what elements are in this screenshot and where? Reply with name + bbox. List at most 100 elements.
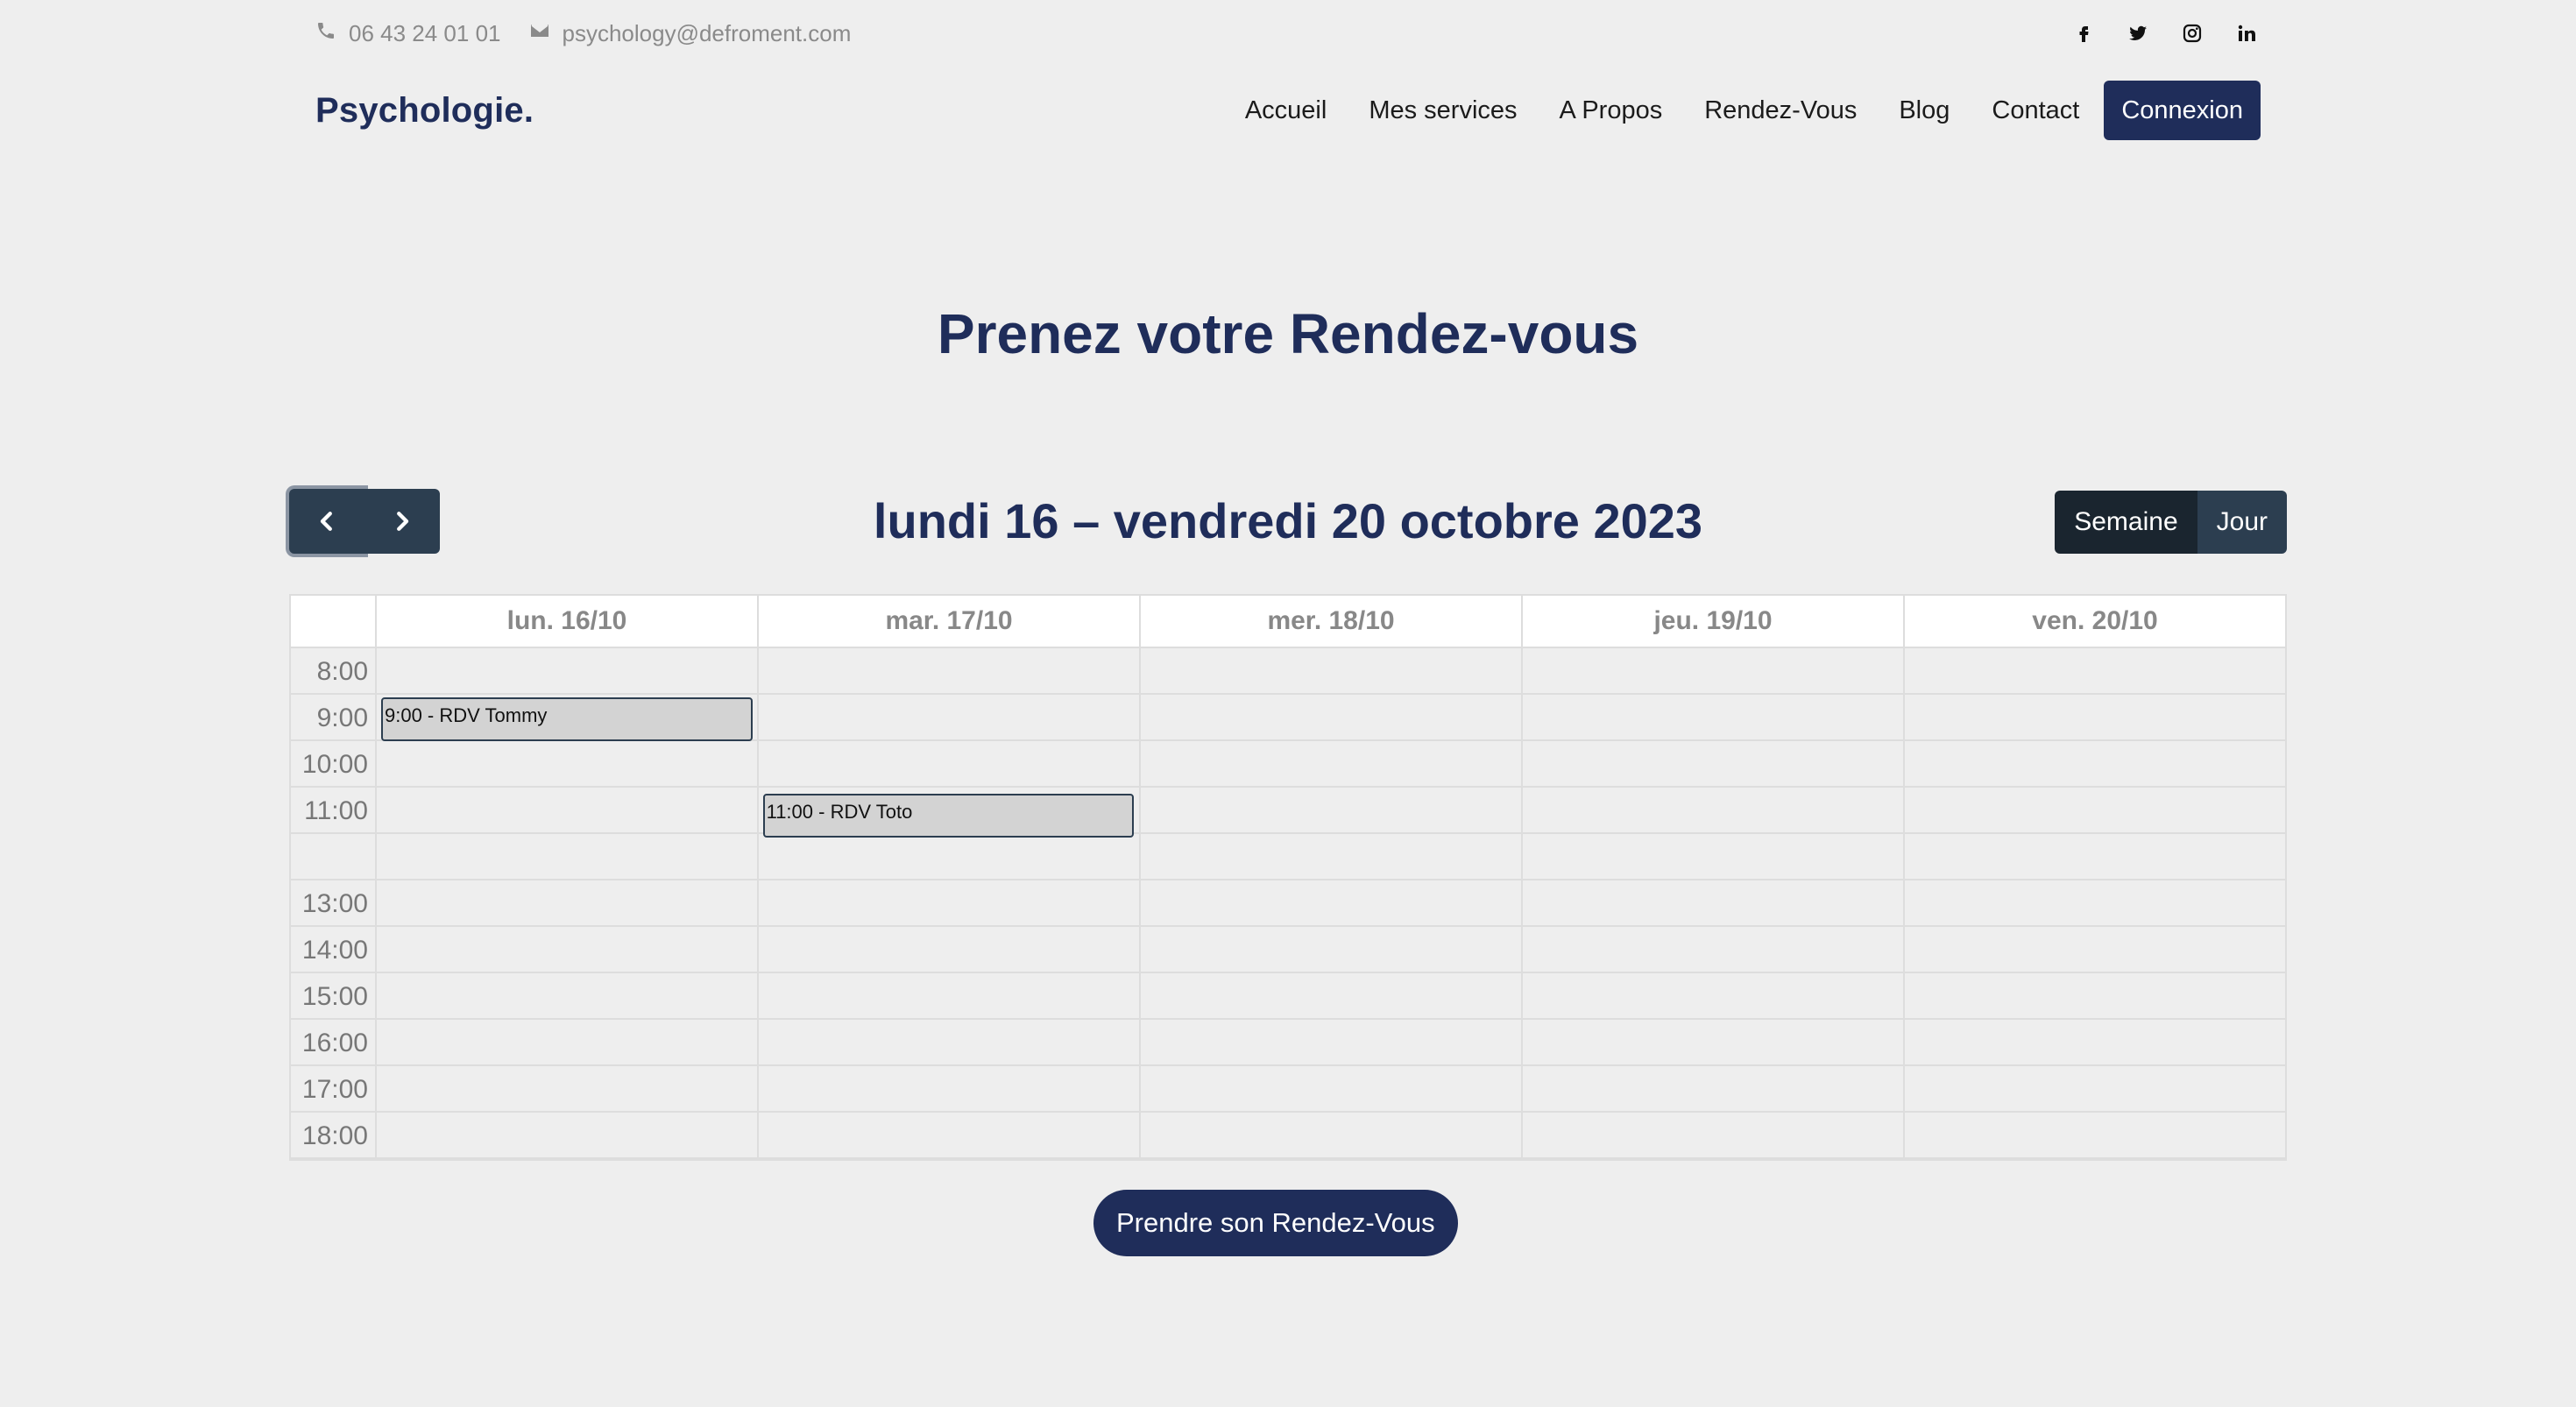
time-slot-cell[interactable] xyxy=(377,648,759,693)
time-slot-cell[interactable] xyxy=(759,880,1141,925)
time-slot-cell[interactable] xyxy=(1523,880,1905,925)
time-slot-cell[interactable] xyxy=(377,880,759,925)
time-slot-cell[interactable] xyxy=(1905,1066,2285,1111)
time-slot-row: 14:00 xyxy=(291,927,2285,973)
time-slot-cell[interactable] xyxy=(1905,741,2285,786)
time-slot-cell[interactable] xyxy=(759,973,1141,1018)
linkedin-icon[interactable] xyxy=(2234,21,2259,46)
book-appointment-button[interactable]: Prendre son Rendez-Vous xyxy=(1093,1190,1458,1256)
email-address[interactable]: psychology@defroment.com xyxy=(563,20,852,47)
time-slot-cell[interactable] xyxy=(759,741,1141,786)
time-slot-cell[interactable] xyxy=(1141,834,1523,879)
calendar-header: lun. 16/10 mar. 17/10 mer. 18/10 jeu. 19… xyxy=(291,596,2285,648)
time-slot-cell[interactable] xyxy=(1905,880,2285,925)
phone-item: 06 43 24 01 01 xyxy=(315,20,501,47)
time-slot-cell[interactable] xyxy=(759,834,1141,879)
view-day-button[interactable]: Jour xyxy=(2197,491,2287,554)
time-slot-cell[interactable] xyxy=(1523,1020,1905,1064)
next-week-button[interactable] xyxy=(364,489,440,554)
calendar-view-switcher: Semaine Jour xyxy=(2055,491,2287,554)
calendar-nav-buttons xyxy=(289,489,440,554)
time-slot-cell[interactable] xyxy=(377,741,759,786)
time-slot-cell[interactable] xyxy=(377,927,759,972)
top-contact-bar: 06 43 24 01 01 psychology@defroment.com xyxy=(315,0,2261,67)
day-header: mar. 17/10 xyxy=(759,596,1141,647)
time-slot-cell[interactable] xyxy=(1905,1020,2285,1064)
time-slot-cell[interactable] xyxy=(1141,973,1523,1018)
time-slot-cell[interactable] xyxy=(1523,1113,1905,1157)
time-slot-row xyxy=(291,834,2285,880)
time-slot-row: 17:00 xyxy=(291,1066,2285,1113)
twitter-icon[interactable] xyxy=(2126,21,2150,46)
time-slot-cell[interactable] xyxy=(377,973,759,1018)
calendar-event[interactable]: 9:00 - RDV Tommy xyxy=(381,697,753,741)
envelope-icon xyxy=(529,20,550,47)
time-slot-cell[interactable] xyxy=(1905,695,2285,739)
time-label: 14:00 xyxy=(291,927,377,972)
time-slot-cell[interactable] xyxy=(377,1066,759,1111)
time-slot-cell[interactable] xyxy=(759,927,1141,972)
nav-link-a-propos[interactable]: A Propos xyxy=(1539,81,1684,140)
time-slot-cell[interactable] xyxy=(1141,880,1523,925)
calendar-toolbar: lundi 16 – vendredi 20 octobre 2023 Sema… xyxy=(289,487,2287,555)
instagram-icon[interactable] xyxy=(2180,21,2204,46)
time-slot-cell[interactable] xyxy=(1523,788,1905,832)
main-navbar: Psychologie. Accueil Mes services A Prop… xyxy=(315,75,2261,145)
view-week-button[interactable]: Semaine xyxy=(2055,491,2197,554)
brand-logo[interactable]: Psychologie. xyxy=(315,91,534,131)
time-axis-header xyxy=(291,596,377,647)
time-slot-cell[interactable] xyxy=(1523,973,1905,1018)
time-slot-cell[interactable] xyxy=(1141,1020,1523,1064)
time-slot-cell[interactable] xyxy=(1141,1113,1523,1157)
time-slot-cell[interactable] xyxy=(1905,788,2285,832)
time-slot-cell[interactable] xyxy=(377,1020,759,1064)
time-slot-row: 13:00 xyxy=(291,880,2285,927)
time-slot-cell[interactable] xyxy=(1141,927,1523,972)
time-slot-cell[interactable] xyxy=(377,1113,759,1157)
time-slot-cell[interactable] xyxy=(759,695,1141,739)
time-slot-cell[interactable] xyxy=(1523,648,1905,693)
nav-link-mes-services[interactable]: Mes services xyxy=(1348,81,1538,140)
facebook-icon[interactable] xyxy=(2071,21,2096,46)
time-label: 13:00 xyxy=(291,880,377,925)
nav-link-rendez-vous[interactable]: Rendez-Vous xyxy=(1683,81,1878,140)
calendar-event[interactable]: 11:00 - RDV Toto xyxy=(762,794,1135,838)
time-slot-cell[interactable] xyxy=(759,1113,1141,1157)
time-label: 11:00 xyxy=(291,788,377,832)
time-slot-cell[interactable] xyxy=(1523,834,1905,879)
day-header: jeu. 19/10 xyxy=(1523,596,1905,647)
time-slot-cell[interactable] xyxy=(1523,1066,1905,1111)
time-slot-cell[interactable] xyxy=(1141,1066,1523,1111)
login-button[interactable]: Connexion xyxy=(2104,81,2261,140)
time-slot-cell[interactable] xyxy=(1905,973,2285,1018)
day-header: ven. 20/10 xyxy=(2032,606,2158,635)
time-slot-cell[interactable] xyxy=(759,648,1141,693)
time-slot-cell[interactable] xyxy=(1905,1113,2285,1157)
time-slot-cell[interactable] xyxy=(1141,648,1523,693)
time-slot-row: 15:00 xyxy=(291,973,2285,1020)
time-slot-cell[interactable] xyxy=(1523,695,1905,739)
social-links xyxy=(2071,21,2259,46)
time-slot-cell[interactable] xyxy=(1141,741,1523,786)
nav-link-accueil[interactable]: Accueil xyxy=(1224,81,1348,140)
time-slot-cell[interactable] xyxy=(1905,648,2285,693)
time-slot-cell[interactable] xyxy=(759,1066,1141,1111)
time-slot-cell[interactable] xyxy=(1905,927,2285,972)
time-slot-cell[interactable] xyxy=(1523,927,1905,972)
time-slot-cell[interactable] xyxy=(377,788,759,832)
time-label: 18:00 xyxy=(291,1113,377,1157)
time-slot-row: 18:00 xyxy=(291,1113,2285,1159)
time-slot-cell[interactable] xyxy=(759,1020,1141,1064)
time-slot-row: 10:00 xyxy=(291,741,2285,788)
time-label: 9:00 xyxy=(291,695,377,739)
time-slot-cell[interactable] xyxy=(377,834,759,879)
nav-link-contact[interactable]: Contact xyxy=(1971,81,2100,140)
nav-link-blog[interactable]: Blog xyxy=(1878,81,1971,140)
time-slot-cell[interactable] xyxy=(1523,741,1905,786)
prev-week-button[interactable] xyxy=(289,489,364,554)
time-slot-cell[interactable] xyxy=(1905,834,2285,879)
time-slot-cell[interactable] xyxy=(1141,695,1523,739)
phone-number[interactable]: 06 43 24 01 01 xyxy=(349,20,501,47)
week-calendar: lun. 16/10 mar. 17/10 mer. 18/10 jeu. 19… xyxy=(289,594,2287,1161)
time-slot-cell[interactable] xyxy=(1141,788,1523,832)
